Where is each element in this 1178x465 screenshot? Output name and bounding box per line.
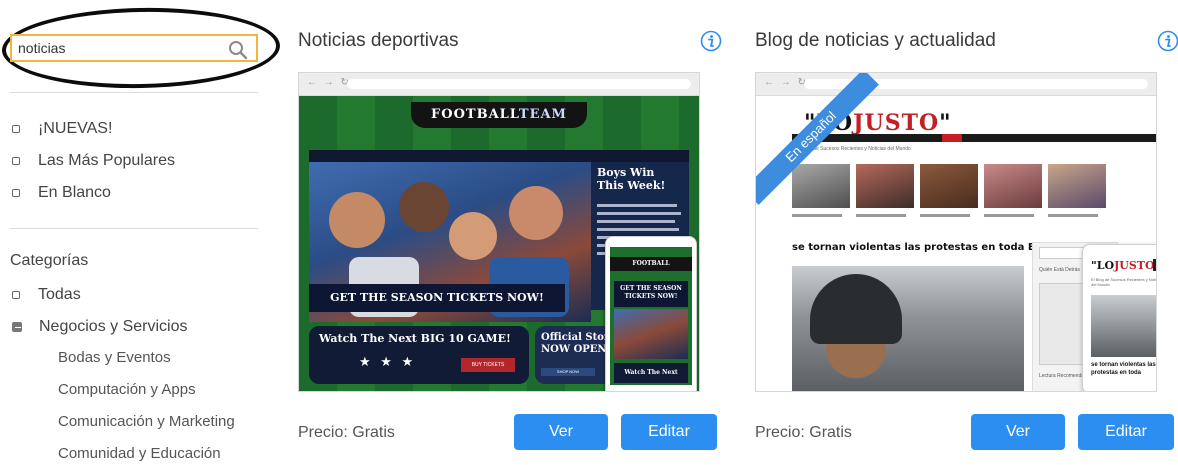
filter-blank[interactable]: En Blanco xyxy=(12,184,111,202)
tickets-banner: GET THE SEASON TICKETS NOW! xyxy=(309,284,565,312)
browser-nav-icon: ← → ↻ xyxy=(307,77,351,88)
site-nav xyxy=(309,150,689,162)
category-label: Todas xyxy=(38,286,81,303)
template-title: Blog de noticias y actualidad xyxy=(755,30,996,51)
filter-label: ¡NUEVAS! xyxy=(38,120,113,137)
template-preview[interactable]: ← → ↻ "LOJUSTO" El Blog de Sucesos Recie… xyxy=(755,72,1157,392)
view-button[interactable]: Ver xyxy=(514,414,608,450)
browser-bar: ← → ↻ xyxy=(299,73,699,96)
stars-icon: ★ ★ ★ xyxy=(359,354,417,369)
site-logo: FOOTBALLTEAM xyxy=(411,102,587,128)
template-price: Precio: Gratis xyxy=(298,424,395,441)
category-business[interactable]: Negocios y Servicios xyxy=(12,318,188,336)
template-card-sports: Noticias deportivas ← → ↻ FOOTBALLTEAM B… xyxy=(298,0,724,465)
template-preview[interactable]: ← → ↻ FOOTBALLTEAM Boys Win This Week! G… xyxy=(298,72,700,392)
browser-nav-icon: ← → ↻ xyxy=(764,77,808,88)
subcategory-computing[interactable]: Computación y Apps xyxy=(58,381,196,398)
checkbox-icon[interactable] xyxy=(12,189,20,197)
template-title: Noticias deportivas xyxy=(298,30,459,51)
subcategory-education[interactable]: Comunidad y Educación xyxy=(58,445,221,462)
search-icon[interactable] xyxy=(228,40,248,60)
browser-url-bar xyxy=(347,79,691,89)
subcategory-weddings[interactable]: Bodas y Eventos xyxy=(58,349,171,366)
categories-heading: Categorías xyxy=(10,252,89,269)
search-box[interactable] xyxy=(10,34,258,62)
article-headline: se tornan violentas las protestas en tod… xyxy=(792,242,1068,253)
info-icon[interactable] xyxy=(1157,30,1178,52)
sidebar: ¡NUEVAS! Las Más Populares En Blanco Cat… xyxy=(0,0,281,465)
football-site-preview: FOOTBALLTEAM Boys Win This Week! GET THE… xyxy=(299,96,699,391)
info-icon[interactable] xyxy=(700,30,722,52)
checkbox-icon[interactable] xyxy=(12,125,20,133)
edit-button[interactable]: Editar xyxy=(1078,414,1174,450)
category-label: Negocios y Servicios xyxy=(39,318,188,335)
game-banner: Watch The Next BIG 10 GAME! ★ ★ ★ BUY TI… xyxy=(309,326,529,384)
template-price: Precio: Gratis xyxy=(755,424,852,441)
search-input[interactable] xyxy=(18,39,218,57)
filter-label: Las Más Populares xyxy=(38,152,175,169)
checkbox-icon[interactable] xyxy=(12,291,20,299)
hero-side-heading: Boys Win This Week! xyxy=(597,166,666,192)
sidebar-divider xyxy=(10,92,258,93)
edit-button[interactable]: Editar xyxy=(621,414,717,450)
filter-popular[interactable]: Las Más Populares xyxy=(12,152,175,170)
checkbox-icon[interactable] xyxy=(12,157,20,165)
view-button[interactable]: Ver xyxy=(971,414,1065,450)
mobile-preview: FOOTBALL GET THE SEASON TICKETS NOW! Wat… xyxy=(605,236,697,391)
checkbox-icon[interactable] xyxy=(12,322,22,332)
menu-icon xyxy=(1153,259,1156,271)
browser-bar: ← → ↻ xyxy=(756,73,1156,96)
mobile-preview: "LOJUSTO" El Blog de Sucesos Recientes y… xyxy=(1082,244,1156,391)
subcategory-marketing[interactable]: Comunicación y Marketing xyxy=(58,413,235,430)
category-all[interactable]: Todas xyxy=(12,286,81,304)
article-photo xyxy=(792,266,1024,391)
filter-new[interactable]: ¡NUEVAS! xyxy=(12,120,112,138)
news-site-preview: "LOJUSTO" El Blog de Sucesos Recientes y… xyxy=(756,73,1156,391)
sidebar-divider xyxy=(10,228,258,229)
filter-label: En Blanco xyxy=(38,184,111,201)
template-card-news-blog: Blog de noticias y actualidad ← → ↻ "LOJ… xyxy=(755,0,1178,465)
site-nav xyxy=(792,134,1156,142)
